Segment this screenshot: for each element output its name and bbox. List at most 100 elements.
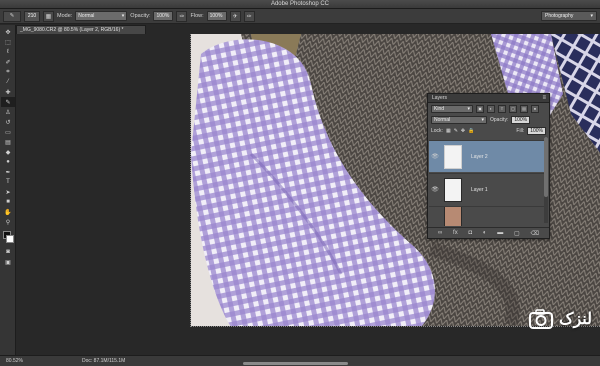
quick-select-tool-icon[interactable]: ✐ — [1, 57, 15, 67]
airbrush-icon: ✈ — [232, 13, 238, 20]
lasso-tool-icon[interactable]: ℓ — [1, 47, 15, 57]
hand-tool-icon[interactable]: ✋ — [1, 207, 15, 217]
shape-tool-icon[interactable]: ■ — [1, 197, 15, 207]
panel-menu-icon[interactable]: ≡ — [542, 94, 546, 103]
smart-object-filter-icon[interactable]: ▤ — [520, 104, 528, 113]
airbrush-toggle[interactable]: ✈ — [229, 10, 241, 22]
filter-kind-value: Kind — [434, 105, 445, 112]
brush-tool-icon: ✎ — [9, 13, 15, 19]
filter-kind-dropdown[interactable]: Kind ▾ — [431, 104, 473, 113]
layer-row[interactable]: 👁 Layer 2 — [429, 140, 545, 172]
chevron-down-icon: ▾ — [121, 13, 125, 19]
link-icon[interactable]: ∞ — [438, 230, 442, 236]
eye-icon[interactable]: 👁 — [429, 186, 441, 193]
pressure-size-icon: ✑ — [246, 13, 252, 20]
dodge-tool-icon[interactable]: ● — [1, 157, 15, 167]
blend-mode-value: Normal — [434, 116, 451, 123]
trash-icon[interactable]: ⌫ — [530, 230, 538, 237]
lock-position-icon[interactable]: ✥ — [461, 128, 465, 134]
layer-name: Layer 1 — [471, 186, 488, 193]
window-title: Adobe Photoshop CC — [270, 1, 330, 7]
zoom-tool-icon[interactable]: ⚲ — [1, 217, 15, 227]
type-tool-icon[interactable]: T — [1, 177, 15, 187]
layers-footer: ∞ fx ◘ ◐ ▬ ▢ ⌫ — [428, 227, 549, 238]
layer-row[interactable]: 👁 Layer 1 — [429, 173, 545, 205]
history-brush-tool-icon[interactable]: ↺ — [1, 117, 15, 127]
eye-icon[interactable]: 👁 — [429, 153, 441, 160]
opacity-field[interactable]: 100% — [153, 11, 174, 21]
tool-preset-picker[interactable]: ✎ — [3, 10, 21, 22]
layer-thumbnail — [444, 207, 462, 226]
blend-opacity-row: Normal ▾ Opacity: 100% — [428, 114, 549, 125]
watermark: لنزک — [529, 309, 592, 329]
fx-icon[interactable]: fx — [453, 230, 458, 236]
options-bar: ✎ 210 ▦ Mode: Normal ▾ Opacity: 100% ✑ Fl… — [0, 9, 600, 24]
camera-logo-icon — [529, 309, 554, 329]
type-filter-icon[interactable]: T — [498, 104, 506, 113]
watermark-text: لنزک — [559, 311, 592, 328]
mode-dropdown[interactable]: Normal ▾ — [75, 11, 128, 21]
document-tab-title: _MG_9080.CR2 @ 80.5% (Layer 2, RGB/16) * — [20, 27, 124, 33]
screen-mode-icon[interactable]: ▣ — [1, 257, 15, 267]
folder-icon[interactable]: ▬ — [497, 230, 503, 236]
flow-field[interactable]: 100% — [206, 11, 227, 21]
layers-panel-header[interactable]: Layers ≡ — [428, 94, 549, 103]
brush-size-picker[interactable]: 210 — [24, 10, 40, 22]
fill-label: Fill: — [516, 127, 525, 134]
layer-opacity-field[interactable]: 100% — [511, 115, 531, 124]
lock-image-icon[interactable]: ✎ — [454, 128, 458, 134]
lock-all-icon[interactable]: 🔒 — [468, 128, 474, 134]
pen-tool-icon[interactable]: ✒ — [1, 167, 15, 177]
eraser-tool-icon[interactable]: ▭ — [1, 127, 15, 137]
lock-label: Lock: — [431, 127, 443, 134]
pixel-filter-icon[interactable]: ▣ — [476, 104, 484, 113]
pressure-opacity-toggle[interactable]: ✑ — [176, 10, 188, 22]
mode-value: Normal — [78, 13, 95, 19]
title-bar: Adobe Photoshop CC — [0, 0, 600, 9]
color-swatches[interactable] — [1, 229, 14, 245]
move-tool-icon[interactable]: ✥ — [1, 27, 15, 37]
chevron-down-icon: ▾ — [481, 116, 484, 123]
mode-label: Mode: — [57, 13, 73, 19]
layers-scrollbar[interactable] — [544, 137, 548, 223]
adjustment-filter-icon[interactable]: ◐ — [487, 104, 495, 113]
horizontal-scrollbar[interactable] — [243, 362, 348, 365]
blur-tool-icon[interactable]: ◆ — [1, 147, 15, 157]
workspace-switcher[interactable]: Photography ▾ — [541, 11, 597, 21]
toolbox: ✥ ⬚ ℓ ✐ ⌗ ⁄ ✚ ✎ ♙ ↺ ▭ ▤ ◆ ● ✒ T ➤ ■ ✋ ⚲ … — [0, 25, 16, 355]
layers-panel: Layers ≡ Kind ▾ ▣ ◐ T ▢ ▤ ● Normal ▾ Opaci… — [427, 93, 550, 239]
layer-filter-row: Kind ▾ ▣ ◐ T ▢ ▤ ● — [428, 103, 549, 114]
brush-tool-icon[interactable]: ✎ — [1, 97, 15, 107]
eyedropper-tool-icon[interactable]: ⁄ — [1, 77, 15, 87]
healing-tool-icon[interactable]: ✚ — [1, 87, 15, 97]
quick-mask-icon[interactable]: ◙ — [1, 247, 15, 257]
brush-panel-toggle[interactable]: ▦ — [43, 10, 54, 22]
filter-toggle-icon[interactable]: ● — [531, 104, 539, 113]
document-size[interactable]: Doc: 87.1M/115.1M — [82, 356, 125, 366]
document-tab[interactable]: _MG_9080.CR2 @ 80.5% (Layer 2, RGB/16) * — [16, 25, 146, 34]
background-color-swatch[interactable] — [6, 235, 14, 243]
blend-mode-dropdown[interactable]: Normal ▾ — [431, 115, 487, 124]
zoom-level[interactable]: 80.52% — [6, 356, 23, 366]
chevron-down-icon: ▾ — [467, 105, 470, 112]
gradient-tool-icon[interactable]: ▤ — [1, 137, 15, 147]
shape-filter-icon[interactable]: ▢ — [509, 104, 517, 113]
path-select-tool-icon[interactable]: ➤ — [1, 187, 15, 197]
lock-transparent-icon[interactable]: ▦ — [446, 128, 451, 134]
pressure-size-toggle[interactable]: ✑ — [243, 10, 255, 22]
new-layer-icon[interactable]: ▢ — [514, 230, 520, 237]
opacity-label: Opacity: — [490, 116, 509, 123]
adjustment-icon[interactable]: ◐ — [483, 230, 487, 236]
marquee-tool-icon[interactable]: ⬚ — [1, 37, 15, 47]
stamp-tool-icon[interactable]: ♙ — [1, 107, 15, 117]
mask-icon[interactable]: ◘ — [468, 230, 472, 236]
fill-field[interactable]: 100% — [527, 126, 546, 135]
chevron-down-icon: ▾ — [590, 13, 593, 19]
crop-tool-icon[interactable]: ⌗ — [1, 67, 15, 77]
layer-row[interactable] — [429, 206, 545, 226]
layer-opacity-value: 100% — [514, 116, 528, 123]
layers-scroll-thumb[interactable] — [544, 137, 548, 197]
brush-size-value: 210 — [27, 13, 37, 19]
fill-value: 100% — [530, 127, 543, 134]
flow-value: 100% — [209, 13, 223, 19]
